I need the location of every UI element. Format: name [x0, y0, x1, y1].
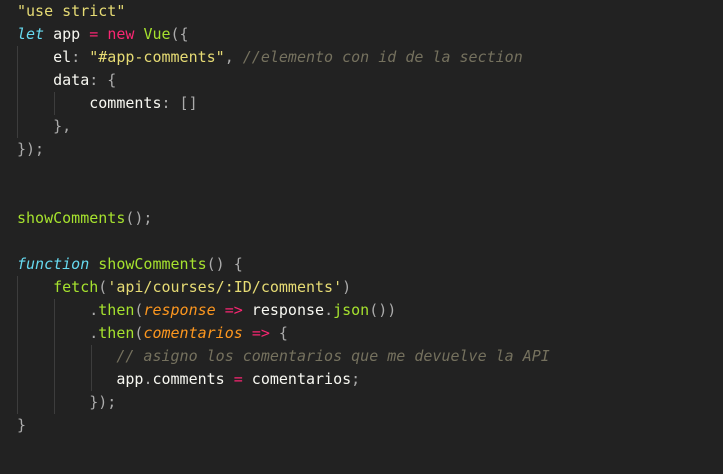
code-token-ident: app [17, 370, 144, 388]
code-line[interactable] [17, 184, 550, 207]
source-code[interactable]: "use strict" let app = new Vue({ el: "#ap… [17, 0, 550, 437]
code-token-prop: comments [17, 94, 162, 112]
code-line[interactable]: }); [17, 391, 550, 414]
code-token-punct: } [17, 416, 27, 434]
code-token-ident [17, 301, 89, 319]
code-token-func: fetch [53, 278, 99, 296]
code-token-punct: : [71, 48, 90, 66]
code-token-storage: let [17, 25, 45, 43]
code-token-punct: : { [89, 71, 117, 89]
code-token-punct: }); [17, 140, 45, 158]
code-token-ident [17, 347, 116, 365]
code-token-comment: //elemento con id de la section [242, 48, 523, 66]
code-token-ident: response [242, 301, 325, 319]
code-token-comment: // asigno los comentarios que me devuelv… [116, 347, 550, 365]
code-token-punct: (); [125, 209, 153, 227]
code-token-op: = [233, 370, 243, 388]
code-token-punct: . [324, 301, 334, 319]
code-token-str: 'api/courses/:ID/comments' [107, 278, 343, 296]
code-token-storage: function [17, 255, 90, 273]
code-token-ident [243, 324, 252, 342]
code-token-param: comentarios [143, 324, 243, 342]
code-token-punct: ({ [170, 25, 189, 43]
code-line[interactable]: // asigno los comentarios que me devuelv… [17, 345, 550, 368]
code-token-ident [17, 278, 53, 296]
code-token-func: json [333, 301, 370, 319]
code-line[interactable]: }, [17, 115, 550, 138]
code-token-punct: . [89, 324, 99, 342]
code-line[interactable]: } [17, 414, 550, 437]
code-line[interactable]: let app = new Vue({ [17, 23, 550, 46]
code-token-func: then [98, 301, 135, 319]
code-line[interactable]: app.comments = comentarios; [17, 368, 550, 391]
code-token-punct: ()) [369, 301, 397, 319]
code-token-punct: ( [98, 278, 108, 296]
code-line[interactable]: .then(response => response.json()) [17, 299, 550, 322]
code-token-punct: ; [351, 370, 361, 388]
code-line[interactable]: el: "#app-comments", //elemento con id d… [17, 46, 550, 69]
code-token-prop: el [17, 48, 72, 66]
code-line[interactable]: showComments(); [17, 207, 550, 230]
code-token-punct: . [89, 301, 99, 319]
code-token-ident [89, 255, 98, 273]
code-token-func: showComments [98, 255, 207, 273]
code-token-punct: ) [342, 278, 352, 296]
code-token-ident [98, 25, 107, 43]
code-line[interactable]: fetch('api/courses/:ID/comments') [17, 276, 550, 299]
code-token-op: = [89, 25, 99, 43]
code-line[interactable]: "use strict" [17, 0, 550, 23]
code-token-kw: new [107, 25, 135, 43]
code-token-punct: () { [206, 255, 243, 273]
code-token-str: "#app-comments" [89, 48, 225, 66]
code-line[interactable] [17, 161, 550, 184]
code-token-ident [17, 324, 89, 342]
code-editor[interactable]: "use strict" let app = new Vue({ el: "#ap… [0, 0, 723, 474]
code-token-punct: { [269, 324, 288, 342]
code-token-class: Vue [143, 25, 171, 43]
code-line[interactable]: function showComments() { [17, 253, 550, 276]
code-token-prop: comments [152, 370, 234, 388]
code-token-func: then [98, 324, 135, 342]
code-token-punct: , [224, 48, 243, 66]
code-line[interactable]: }); [17, 138, 550, 161]
code-line[interactable] [17, 230, 550, 253]
code-token-ident: comentarios [242, 370, 352, 388]
code-line[interactable]: comments: [] [17, 92, 550, 115]
code-token-punct: }); [17, 393, 117, 411]
code-token-arrow: => [224, 301, 243, 319]
code-line[interactable]: data: { [17, 69, 550, 92]
code-token-arrow: => [251, 324, 270, 342]
code-token-func: showComments [17, 209, 126, 227]
code-token-prop: data [17, 71, 90, 89]
code-token-punct: }, [17, 117, 72, 135]
code-token-punct: : [] [161, 94, 198, 112]
code-line[interactable]: .then(comentarios => { [17, 322, 550, 345]
code-token-ident [216, 301, 225, 319]
code-token-str: "use strict" [17, 2, 126, 20]
code-token-ident: app [44, 25, 90, 43]
code-token-param: response [143, 301, 216, 319]
